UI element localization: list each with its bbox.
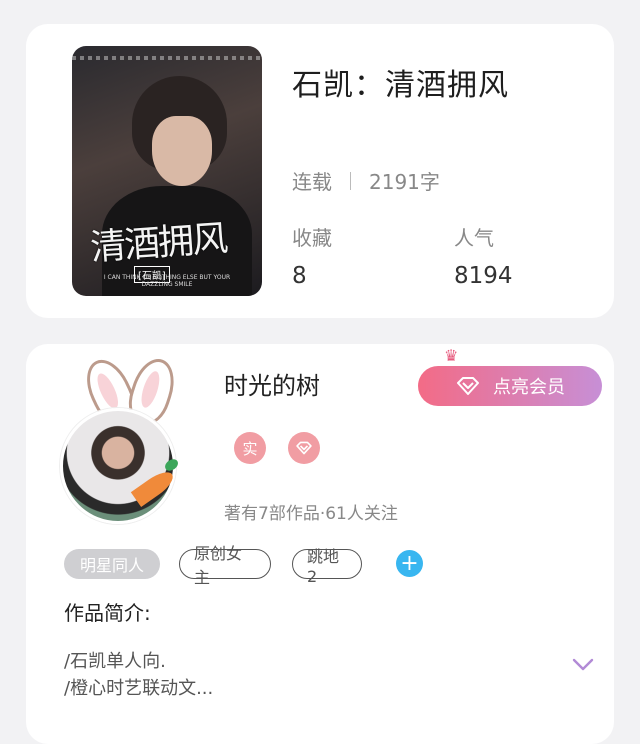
serial-status: 连载 (292, 170, 332, 194)
intro-text-line: /石凯单人向. (64, 651, 166, 672)
vip-button[interactable]: 点亮会员 (418, 366, 602, 406)
tag-chip[interactable]: 原创女主 (179, 544, 271, 587)
book-info-card: 清酒拥风 [石凯] I CAN THINK OF NOTHING ELSE BU… (26, 24, 614, 318)
divider (350, 171, 351, 190)
vip-button-label: 点亮会员 (493, 377, 565, 398)
author-name[interactable]: 时光的树 (224, 366, 320, 401)
diamond-icon (296, 441, 312, 455)
word-count: 2191字 (369, 170, 440, 194)
popularity-label: 人气 (454, 226, 494, 250)
vip-badge[interactable] (288, 432, 320, 464)
book-cover[interactable]: 清酒拥风 [石凯] I CAN THINK OF NOTHING ELSE BU… (72, 46, 262, 296)
cover-small-text: I CAN THINK OF NOTHING ELSE BUT YOUR DAZ… (103, 274, 231, 288)
book-title: 石凯：清酒拥风 (292, 68, 509, 103)
tag-chip[interactable]: 跳地2 (292, 547, 362, 586)
favorites-label: 收藏 (292, 226, 332, 250)
real-name-badge-label: 实 (242, 439, 258, 458)
author-card: 时光的树 ♛ 点亮会员 实 著有7部作品·61人关注 明星同人 原创女主 跳地2… (26, 344, 614, 744)
diamond-icon (457, 377, 479, 395)
avatar[interactable] (60, 408, 176, 524)
cover-title-art: 清酒拥风 (88, 218, 228, 269)
cover-decoration (72, 56, 262, 60)
chevron-down-icon[interactable] (572, 658, 594, 672)
favorites-stat: 收藏 8 (292, 222, 332, 289)
popularity-stat: 人气 8194 (454, 222, 513, 289)
popularity-value: 8194 (454, 263, 513, 289)
book-status-row: 连载 2191字 (292, 166, 440, 195)
tag-chip[interactable]: 明星同人 (64, 549, 160, 579)
crown-icon: ♛ (444, 346, 459, 365)
intro-text-line: /橙心时艺联动文... (64, 678, 214, 699)
real-name-badge[interactable]: 实 (234, 432, 266, 464)
author-stats-text: 著有7部作品·61人关注 (224, 504, 398, 524)
add-tag-button[interactable]: + (396, 550, 423, 577)
favorites-value: 8 (292, 263, 307, 289)
cover-figure-face (152, 116, 212, 186)
intro-label: 作品简介: (64, 601, 151, 625)
author-avatar-frame[interactable] (56, 352, 196, 524)
plus-icon: + (400, 550, 419, 576)
